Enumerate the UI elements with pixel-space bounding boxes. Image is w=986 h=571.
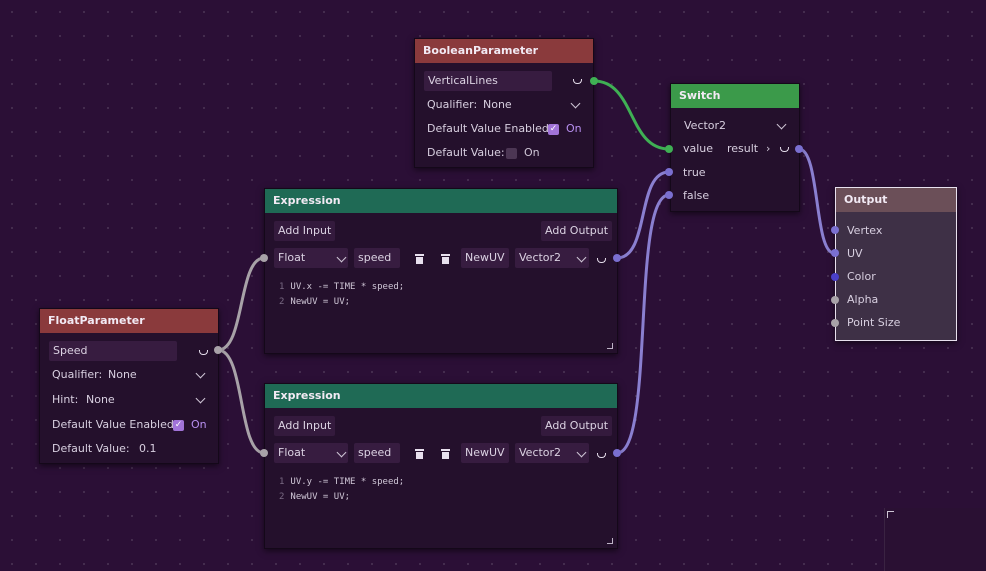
add-output-button[interactable]: Add Output [541,221,613,241]
trash-icon[interactable] [415,254,424,264]
output-name-field[interactable]: NewUV [461,248,509,268]
output-type-icon [573,79,582,84]
add-input-button[interactable]: Add Input [274,416,336,436]
default-enabled-label: Default Value Enabled: [427,122,553,135]
wire-expression1-to-switch-true [616,170,670,260]
add-output-button[interactable]: Add Output [541,416,613,436]
chevron-down-icon[interactable] [570,98,581,109]
code-editor[interactable]: 1 UV.x -= TIME * speed; 2 NewUV = UV; [279,280,404,310]
code-line: 2 NewUV = UV; [279,492,351,502]
switch-value-port[interactable] [665,145,673,153]
default-value-label: Default Value: [427,146,505,159]
node-title[interactable]: Switch [671,84,799,108]
port-label-true: true [683,166,706,179]
uv-input-port[interactable] [831,249,839,257]
wire-float-to-expression1 [217,256,265,352]
output-port-alpha: Alpha [847,293,879,306]
chevron-down-icon[interactable] [195,393,206,404]
wire-float-to-expression2 [217,348,265,455]
hint-dropdown[interactable]: None [86,389,115,411]
add-input-button[interactable]: Add Input [274,221,336,241]
output-type-icon [597,258,606,263]
output-type-icon [597,453,606,458]
boolean-parameter-node[interactable]: BooleanParameter VerticalLines Qualifier… [414,38,594,168]
qualifier-label: Qualifier: [52,368,103,381]
wire-switch-result-to-output-uv [798,147,835,255]
parameter-name-field[interactable]: VerticalLines [424,71,552,91]
expression-node-1[interactable]: Expression Add Input Add Output Float sp… [264,188,618,354]
output-node[interactable]: Output Vertex UV Color Alpha Point Size [835,187,957,341]
code-line: 2 NewUV = UV; [279,297,351,307]
resize-handle[interactable] [607,538,613,544]
parameter-name-field[interactable]: Speed [49,341,177,361]
node-title[interactable]: BooleanParameter [415,39,593,63]
expression1-output-port[interactable] [613,254,621,262]
output-type-icon [199,350,208,355]
default-enabled-checkbox[interactable]: ✓ [173,420,184,431]
vertex-input-port[interactable] [831,226,839,234]
minimap-resize-corner[interactable] [887,511,894,518]
default-enabled-label: Default Value Enabled: [52,418,178,431]
code-editor[interactable]: 1 UV.y -= TIME * speed; 2 NewUV = UV; [279,475,404,505]
output-name-field[interactable]: NewUV [461,443,509,463]
code-line: 1 UV.x -= TIME * speed; [279,282,405,292]
port-label-value: value [683,142,714,155]
default-enabled-state: On [191,418,207,431]
output-port-point-size: Point Size [847,316,901,329]
code-line: 1 UV.y -= TIME * speed; [279,477,405,487]
port-label-false: false [683,189,710,202]
float-parameter-node[interactable]: FloatParameter Speed Qualifier: None Hin… [39,308,219,464]
minimap[interactable] [884,508,986,571]
default-value-state: On [524,146,540,159]
switch-true-port[interactable] [665,168,673,176]
color-input-port[interactable] [831,273,839,281]
default-value-checkbox[interactable] [506,148,517,159]
default-enabled-checkbox[interactable]: ✓ [548,124,559,135]
expression2-input-port[interactable] [260,449,268,457]
switch-result-port[interactable] [795,145,803,153]
wire-expression2-to-switch-false [616,193,670,455]
default-enabled-state: On [566,122,582,135]
expression-node-2[interactable]: Expression Add Input Add Output Float sp… [264,383,618,549]
chevron-down-icon[interactable] [195,368,206,379]
trash-icon[interactable] [441,449,450,459]
point-size-input-port[interactable] [831,319,839,327]
node-title[interactable]: Expression [265,384,617,408]
alpha-input-port[interactable] [831,296,839,304]
output-port-color: Color [847,270,876,283]
switch-node[interactable]: Switch Vector2 value result › true false [670,83,800,212]
boolean-output-port[interactable] [590,77,598,85]
expression1-input-port[interactable] [260,254,268,262]
trash-icon[interactable] [441,254,450,264]
default-value-field[interactable]: 0.1 [139,438,157,460]
output-type-icon [780,147,789,152]
qualifier-label: Qualifier: [427,98,478,111]
qualifier-dropdown[interactable]: None [108,364,137,386]
default-value-label: Default Value: [52,442,130,455]
switch-false-port[interactable] [665,191,673,199]
trash-icon[interactable] [415,449,424,459]
resize-handle[interactable] [607,343,613,349]
qualifier-dropdown[interactable]: None [483,94,512,116]
node-title[interactable]: Expression [265,189,617,213]
output-port-vertex: Vertex [847,224,883,237]
output-port-uv: UV [847,247,863,260]
hint-label: Hint: [52,393,79,406]
input-name-field[interactable]: speed [354,248,400,268]
switch-type-dropdown[interactable]: Vector2 [684,115,726,137]
input-name-field[interactable]: speed [354,443,400,463]
node-title[interactable]: Output [836,188,956,212]
float-output-port[interactable] [214,346,222,354]
chevron-down-icon[interactable] [776,119,787,130]
wire-boolean-to-switch-value [593,79,670,151]
port-label-result: result [727,142,759,155]
chevron-right-icon[interactable]: › [766,138,770,160]
node-title[interactable]: FloatParameter [40,309,218,333]
expression2-output-port[interactable] [613,449,621,457]
